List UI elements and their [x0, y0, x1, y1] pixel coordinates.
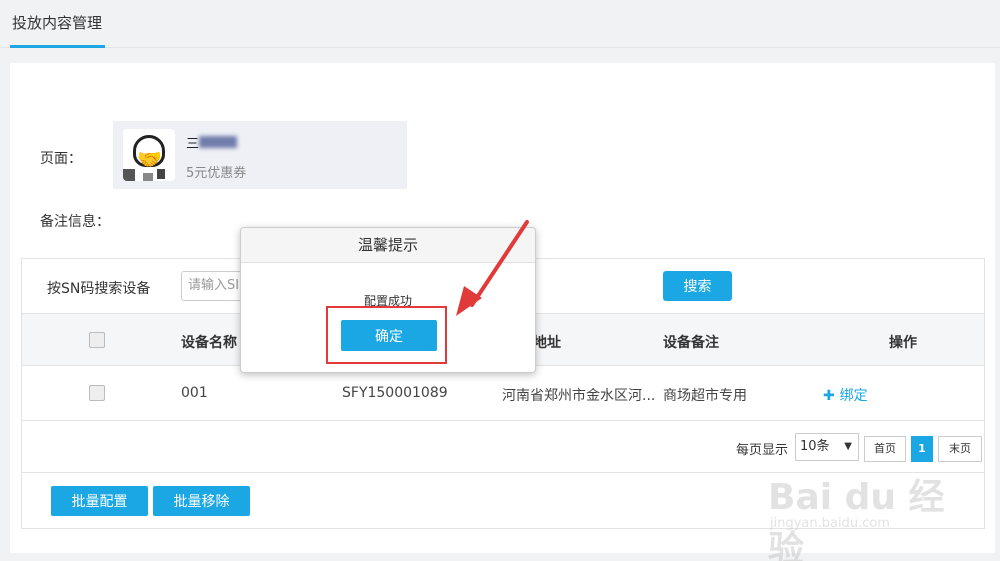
blurred-name	[199, 136, 237, 148]
top-tab-bar: 投放内容管理	[0, 0, 1000, 48]
active-tab-indicator	[10, 45, 105, 48]
pixelated-patch	[157, 169, 165, 179]
cell-device-name: 001	[181, 385, 208, 401]
annotation-highlight-box	[326, 306, 447, 364]
column-header-device-remark: 设备备注	[663, 335, 719, 351]
dialog-title: 温馨提示	[241, 228, 535, 263]
table-row: 001 SFY150001089 河南省郑州市金水区河... 商场超市专用 ✚ …	[22, 366, 984, 421]
pixelated-patch	[143, 173, 153, 181]
search-button[interactable]: 搜索	[663, 271, 732, 301]
cell-address: 河南省郑州市金水区河...	[502, 388, 656, 404]
page-label: 页面：	[40, 151, 82, 167]
column-header-address: 地址	[533, 335, 561, 351]
handshake-icon: 🤝	[137, 147, 162, 171]
watermark-logo: Bai du 经验	[768, 477, 945, 561]
column-header-action: 操作	[889, 335, 917, 351]
bind-link[interactable]: ✚ 绑定	[823, 385, 868, 405]
cell-device-remark: 商场超市专用	[663, 388, 747, 404]
row-checkbox[interactable]	[89, 385, 105, 401]
column-header-device-name: 设备名称	[181, 335, 237, 351]
search-label: 按SN码搜索设备	[47, 281, 151, 297]
pixelated-patch	[123, 169, 135, 181]
remark-label: 备注信息：	[40, 214, 110, 230]
baidu-watermark: Bai du 经验 jingyan.baidu.com	[760, 450, 960, 561]
page-card-name: 三	[186, 137, 200, 152]
plus-icon: ✚	[823, 388, 840, 404]
batch-remove-button[interactable]: 批量移除	[153, 486, 250, 516]
page-card[interactable]: 🤝 三 5元优惠券	[113, 121, 407, 189]
sn-search-input-value: 请输入SI	[188, 278, 240, 293]
cell-sn: SFY150001089	[342, 385, 448, 401]
page-thumbnail: 🤝	[123, 129, 175, 181]
batch-config-button[interactable]: 批量配置	[51, 486, 148, 516]
page-card-subtitle: 5元优惠券	[186, 166, 247, 181]
tab-content-management[interactable]: 投放内容管理	[12, 12, 102, 33]
select-all-checkbox[interactable]	[89, 332, 105, 348]
bind-link-label: 绑定	[839, 388, 868, 404]
watermark-url: jingyan.baidu.com	[770, 516, 890, 531]
